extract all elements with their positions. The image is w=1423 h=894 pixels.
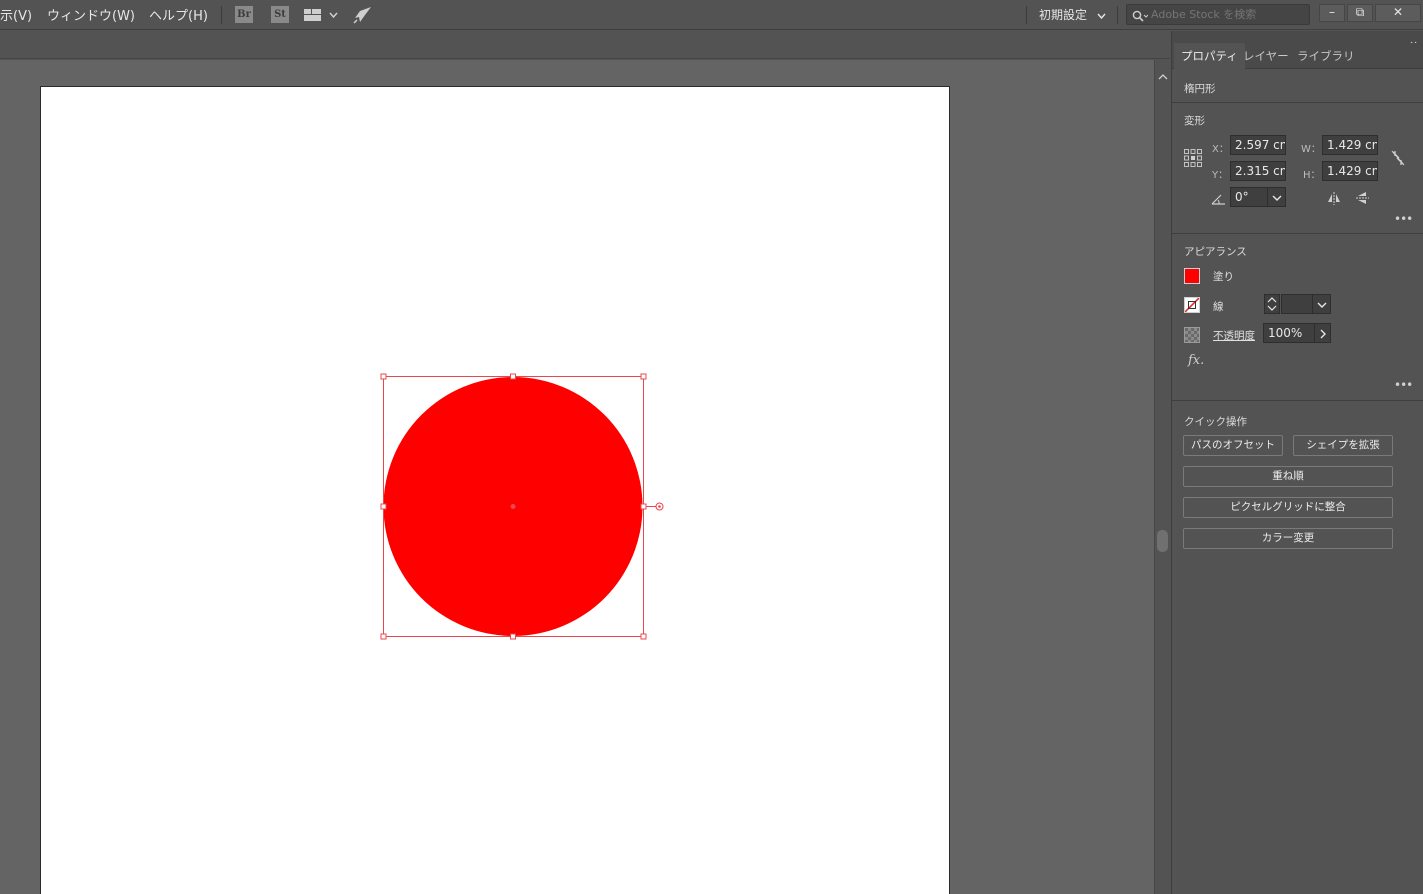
fill-swatch[interactable] bbox=[1184, 268, 1200, 284]
scrollbar-thumb[interactable] bbox=[1157, 530, 1168, 552]
chevron-right-icon bbox=[1320, 329, 1326, 339]
opacity-label[interactable]: 不透明度 bbox=[1213, 328, 1255, 343]
center-point bbox=[510, 504, 516, 509]
expand-shape-button[interactable]: シェイプを拡張 bbox=[1293, 435, 1393, 456]
transform-more-options[interactable]: ••• bbox=[1394, 212, 1413, 226]
x-label: X： bbox=[1212, 144, 1229, 155]
align-to-pixel-grid-button[interactable]: ピクセルグリッドに整合 bbox=[1183, 497, 1393, 518]
quick-actions-title: クイック操作 bbox=[1184, 416, 1247, 428]
restore-button[interactable]: ⧉ bbox=[1347, 4, 1373, 22]
menu-bar: 示(V) ウィンドウ(W) ヘルプ(H) Br St 初期設定 – ⧉ ✕ bbox=[0, 0, 1423, 30]
workspace-layout-icon[interactable] bbox=[304, 8, 340, 22]
appearance-section-title: アピアランス bbox=[1184, 246, 1247, 258]
menu-window[interactable]: ウィンドウ(W) bbox=[47, 5, 135, 24]
opacity-slider-button[interactable] bbox=[1315, 323, 1331, 343]
menu-view[interactable]: 示(V) bbox=[0, 5, 32, 24]
workspace-switcher[interactable]: 初期設定 bbox=[1039, 6, 1106, 23]
properties-panel: プロパティ レイヤー ライブラリ 楕円形 変形 X： 2.597 cm W： 1… bbox=[1171, 31, 1423, 894]
control-bar bbox=[0, 31, 1170, 59]
y-field[interactable]: 2.315 cm bbox=[1230, 161, 1286, 181]
stock-search-input[interactable] bbox=[1151, 6, 1301, 23]
rotate-angle-field[interactable]: 0° bbox=[1230, 187, 1268, 207]
stroke-weight-stepper[interactable] bbox=[1264, 294, 1280, 314]
offset-path-button[interactable]: パスのオフセット bbox=[1183, 435, 1283, 456]
constrain-proportions-icon[interactable] bbox=[1390, 149, 1406, 171]
section-divider bbox=[1172, 102, 1423, 103]
fx-effects-button[interactable]: fx. bbox=[1188, 353, 1204, 368]
rotate-angle-icon bbox=[1211, 190, 1227, 209]
bridge-icon[interactable]: Br bbox=[235, 6, 253, 23]
section-divider bbox=[1172, 400, 1423, 401]
chevron-down-icon bbox=[1097, 8, 1106, 22]
menu-separator bbox=[221, 6, 222, 24]
workspace-label: 初期設定 bbox=[1039, 8, 1088, 22]
menu-help[interactable]: ヘルプ(H) bbox=[149, 5, 208, 24]
stock-search[interactable] bbox=[1126, 4, 1310, 25]
transform-section-title: 変形 bbox=[1184, 115, 1205, 127]
stroke-weight-field[interactable] bbox=[1281, 294, 1313, 314]
recolor-button[interactable]: カラー変更 bbox=[1183, 528, 1393, 549]
tab-properties[interactable]: プロパティ bbox=[1174, 43, 1245, 69]
y-label: Y： bbox=[1212, 170, 1229, 181]
object-type-label: 楕円形 bbox=[1184, 83, 1216, 95]
tab-layers[interactable]: レイヤー bbox=[1236, 43, 1296, 69]
h-label: H： bbox=[1303, 170, 1321, 181]
flip-horizontal-icon[interactable] bbox=[1327, 190, 1341, 209]
x-field[interactable]: 2.597 cm bbox=[1230, 135, 1286, 155]
stepper-arrows-icon bbox=[1267, 297, 1277, 311]
menu-separator bbox=[1117, 6, 1118, 24]
minimize-button[interactable]: – bbox=[1319, 4, 1345, 22]
panel-tabs: プロパティ レイヤー ライブラリ bbox=[1172, 43, 1423, 69]
tab-libraries[interactable]: ライブラリ bbox=[1290, 43, 1362, 69]
stroke-swatch[interactable] bbox=[1184, 297, 1200, 313]
stroke-weight-dropdown[interactable] bbox=[1313, 294, 1331, 314]
opacity-icon bbox=[1184, 327, 1200, 343]
selected-ellipse[interactable] bbox=[0, 60, 1154, 894]
panel-collapse-strip bbox=[1172, 31, 1423, 48]
stock-icon[interactable]: St bbox=[271, 6, 289, 23]
angle-dropdown-button[interactable] bbox=[1268, 187, 1286, 207]
w-label: W： bbox=[1301, 144, 1321, 155]
section-divider bbox=[1172, 233, 1423, 234]
chevron-down-icon bbox=[1272, 195, 1282, 201]
height-field[interactable]: 1.429 cm bbox=[1322, 161, 1378, 181]
fill-label: 塗り bbox=[1213, 271, 1234, 283]
opacity-field[interactable]: 100% bbox=[1263, 323, 1315, 343]
width-field[interactable]: 1.429 cm bbox=[1322, 135, 1378, 155]
menu-separator bbox=[1026, 6, 1027, 24]
vertical-scrollbar[interactable] bbox=[1154, 60, 1170, 894]
pie-widget-handle bbox=[646, 502, 664, 511]
chevron-down-icon bbox=[1317, 302, 1327, 308]
document-canvas[interactable] bbox=[0, 60, 1154, 894]
stroke-label: 線 bbox=[1213, 301, 1224, 313]
appearance-more-options[interactable]: ••• bbox=[1394, 378, 1413, 392]
arrange-button[interactable]: 重ね順 bbox=[1183, 466, 1393, 487]
search-icon bbox=[1132, 8, 1149, 27]
close-button[interactable]: ✕ bbox=[1375, 4, 1421, 22]
reference-point-icon[interactable] bbox=[1184, 149, 1202, 171]
gpu-rocket-icon[interactable] bbox=[353, 6, 373, 24]
flip-vertical-icon[interactable] bbox=[1356, 190, 1369, 209]
scroll-up-icon[interactable] bbox=[1158, 65, 1168, 84]
